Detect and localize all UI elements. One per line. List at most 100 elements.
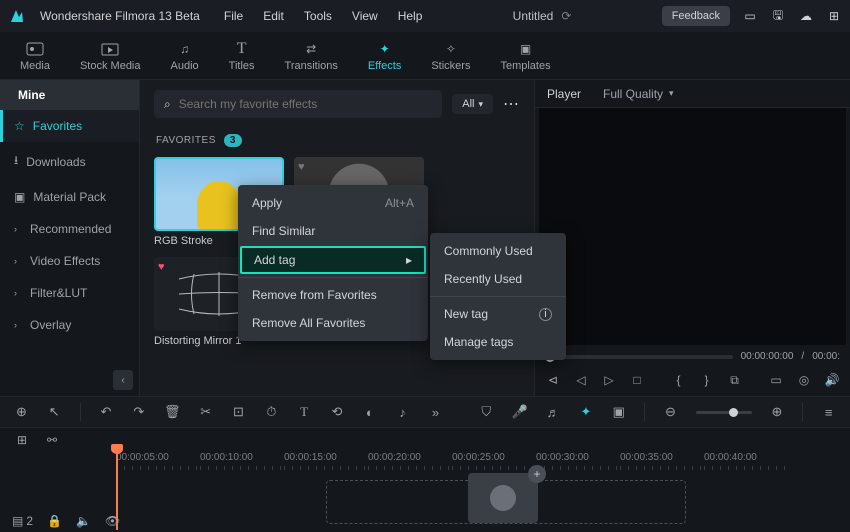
ctx-find-similar[interactable]: Find Similar (238, 217, 428, 245)
submenu-new-tag[interactable]: New tagi (430, 300, 566, 328)
pointer-tool-icon[interactable]: ↖ (47, 404, 62, 420)
tab-stickers[interactable]: ✧Stickers (431, 40, 470, 72)
separator (430, 296, 566, 297)
more-icon[interactable]: ⋯ (503, 94, 520, 114)
rotate-icon[interactable]: ⟲ (330, 404, 345, 420)
mark-out-icon[interactable]: } (699, 372, 715, 388)
tab-transitions[interactable]: ⇄Transitions (285, 40, 338, 72)
submenu-manage-tags[interactable]: Manage tags (430, 328, 566, 356)
menu-tools[interactable]: Tools (304, 9, 332, 23)
layout-icon[interactable]: ▭ (742, 8, 758, 24)
separator (238, 277, 428, 278)
tab-media[interactable]: Media (20, 40, 50, 72)
crop-icon[interactable]: ⧉ (727, 372, 743, 388)
document-title: Untitled (513, 9, 554, 23)
tab-titles[interactable]: TTitles (229, 40, 255, 72)
save-icon[interactable]: 🖫 (770, 8, 786, 24)
playhead-track[interactable] (545, 355, 733, 359)
track-count[interactable]: ▤2 (12, 514, 33, 528)
menu-view[interactable]: View (352, 9, 378, 23)
lock-tracks-icon[interactable]: 🔒 (47, 514, 62, 528)
view-options-icon[interactable]: ≡ (821, 404, 836, 420)
filter-all-button[interactable]: All▾ (452, 94, 493, 114)
marker-tool-icon[interactable]: ⊕ (14, 404, 29, 420)
play-icon[interactable]: ▷ (601, 372, 617, 388)
tab-templates[interactable]: ▣Templates (500, 40, 550, 72)
prev-frame-icon[interactable]: ⊲ (545, 372, 561, 388)
sync-icon[interactable]: ⟳ (561, 9, 571, 23)
cut-icon[interactable]: ✂ (198, 404, 213, 420)
tab-stock-media[interactable]: Stock Media (80, 40, 141, 72)
time-ruler[interactable]: 00:00:05:00 00:00:10:00 00:00:15:00 00:0… (116, 452, 850, 470)
timeline-toolbar: ⊕ ↖ ↶ ↷ 🗑 ✂ ⊡ ⏱ T ⟲ ◐ ♪ » ⛉ 🎤 ♬ ✦ ▣ ⊖ ⊕ … (0, 396, 850, 428)
grid-icon[interactable]: ⊞ (826, 8, 842, 24)
collapse-sidebar-button[interactable]: ‹ (113, 370, 133, 390)
chevron-down-icon: ▾ (478, 99, 483, 110)
heart-icon: ♥ (158, 261, 165, 273)
module-tabs: Media Stock Media ♫Audio TTitles ⇄Transi… (0, 32, 850, 80)
tab-audio[interactable]: ♫Audio (171, 40, 199, 72)
favorites-heading: FAVORITES 3 (156, 134, 520, 147)
visible-tracks-icon[interactable]: 👁 (105, 514, 120, 528)
ctx-add-tag[interactable]: Add tag▸ (240, 246, 426, 274)
sidebar-item-overlay[interactable]: ›Overlay (0, 309, 139, 341)
auto-icon[interactable]: ✦ (579, 404, 594, 420)
ctx-apply[interactable]: ApplyAlt+A (238, 189, 428, 217)
color-icon[interactable]: ◐ (362, 404, 377, 420)
search-box[interactable]: ⌕ (154, 90, 442, 118)
speed-icon[interactable]: ⏱ (264, 404, 279, 420)
mic-icon[interactable]: 🎤 (512, 404, 528, 420)
player-tab[interactable]: Player (547, 87, 581, 101)
volume-icon[interactable]: 🔊 (824, 372, 840, 388)
layers-icon: ▤ (12, 514, 23, 528)
snapshot-icon[interactable]: ◎ (796, 372, 812, 388)
sidebar-group-mine[interactable]: Mine (0, 80, 139, 110)
crop-tool-icon[interactable]: ⊡ (231, 404, 246, 420)
link-icon[interactable]: ⚯ (44, 432, 60, 448)
zoom-slider[interactable] (696, 411, 752, 414)
menu-help[interactable]: Help (398, 9, 423, 23)
chevron-down-icon: ▾ (669, 88, 674, 99)
zoom-in-icon[interactable]: ⊕ (770, 404, 785, 420)
sidebar-item-video-effects[interactable]: ›Video Effects (0, 245, 139, 277)
stop-icon[interactable]: □ (629, 372, 645, 388)
quality-select[interactable]: Full Quality▾ (603, 87, 674, 101)
search-input[interactable] (179, 97, 433, 111)
time-total: 00:00: (812, 351, 840, 362)
zoom-handle[interactable] (729, 408, 738, 417)
step-back-icon[interactable]: ◁ (573, 372, 589, 388)
sidebar-item-filter-lut[interactable]: ›Filter&LUT (0, 277, 139, 309)
menu-edit[interactable]: Edit (263, 9, 284, 23)
tab-effects[interactable]: ✦Effects (368, 40, 401, 72)
cloud-icon[interactable]: ☁ (798, 8, 814, 24)
sidebar-item-recommended[interactable]: ›Recommended (0, 213, 139, 245)
feedback-button[interactable]: Feedback (662, 6, 730, 26)
undo-icon[interactable]: ↶ (99, 404, 114, 420)
shield-icon[interactable]: ⛉ (479, 404, 494, 420)
redo-icon[interactable]: ↷ (131, 404, 146, 420)
submenu-commonly-used[interactable]: Commonly Used (430, 237, 566, 265)
preview-screen[interactable] (539, 108, 846, 345)
track-add-icon[interactable]: ⊞ (14, 432, 30, 448)
display-icon[interactable]: ▭ (768, 372, 784, 388)
info-icon[interactable]: i (539, 308, 552, 321)
expand-icon[interactable]: » (428, 404, 443, 420)
player-panel: Player Full Quality▾ 00:00:00:00 / 00:00… (535, 80, 850, 396)
sidebar-item-favorites[interactable]: ☆Favorites (0, 110, 139, 142)
ctx-remove-favorite[interactable]: Remove from Favorites (238, 281, 428, 309)
volume-tool-icon[interactable]: ♪ (395, 404, 410, 420)
sidebar-item-downloads[interactable]: ⭳Downloads (0, 142, 139, 181)
placeholder-clip[interactable]: + (468, 473, 538, 523)
delete-icon[interactable]: 🗑 (164, 404, 180, 420)
zoom-out-icon[interactable]: ⊖ (663, 404, 678, 420)
add-clip-icon[interactable]: + (528, 465, 546, 483)
mute-tracks-icon[interactable]: 🔈 (76, 514, 91, 528)
sidebar-item-material-pack[interactable]: ▣Material Pack (0, 181, 139, 213)
text-tool-icon[interactable]: T (297, 404, 312, 420)
submenu-recently-used[interactable]: Recently Used (430, 265, 566, 293)
mark-in-icon[interactable]: { (671, 372, 687, 388)
ctx-remove-all-favorites[interactable]: Remove All Favorites (238, 309, 428, 337)
record-icon[interactable]: ▣ (611, 404, 626, 420)
menu-file[interactable]: File (224, 9, 243, 23)
audio-mixer-icon[interactable]: ♬ (546, 404, 561, 420)
